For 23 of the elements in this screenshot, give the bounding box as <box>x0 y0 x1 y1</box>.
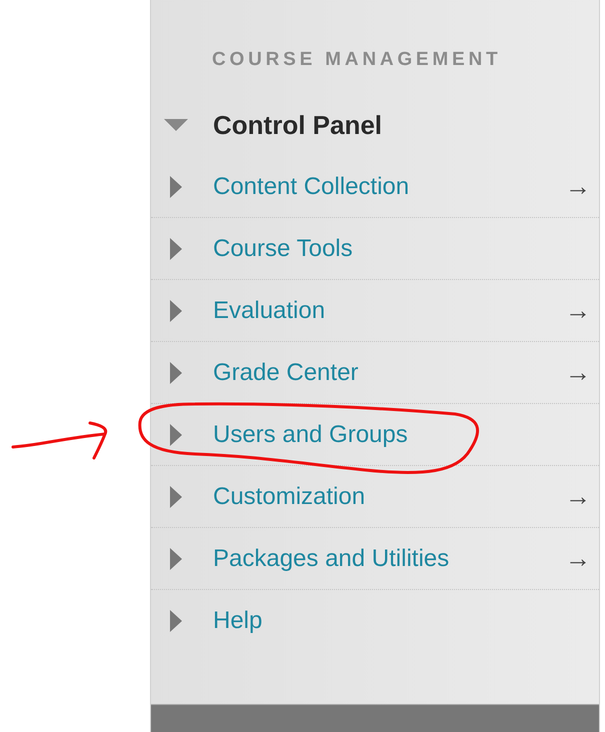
menu-link[interactable]: Evaluation <box>213 292 326 328</box>
caret-right-icon[interactable] <box>170 300 182 322</box>
section-title: COURSE MANAGEMENT <box>212 49 502 70</box>
caret-right-icon[interactable] <box>170 362 182 384</box>
caret-right-icon[interactable] <box>170 548 182 570</box>
caret-right-icon[interactable] <box>170 486 182 508</box>
menu-link[interactable]: Grade Center <box>213 354 358 390</box>
menu-link[interactable]: Packages and Utilities <box>213 540 450 576</box>
arrow-icon[interactable]: → <box>565 477 591 516</box>
arrow-icon[interactable]: → <box>565 167 591 206</box>
menu-heading[interactable]: Control Panel <box>213 106 382 144</box>
arrow-icon[interactable]: → <box>565 539 591 578</box>
menu-link[interactable]: Help <box>213 603 262 639</box>
arrow-icon[interactable]: → <box>565 353 591 392</box>
caret-right-icon[interactable] <box>170 176 182 198</box>
menu-link[interactable]: Customization <box>213 478 366 514</box>
caret-right-icon[interactable] <box>170 610 182 632</box>
arrow-icon[interactable]: → <box>565 291 591 330</box>
menu-link[interactable]: Content Collection <box>213 168 410 204</box>
caret-right-icon[interactable] <box>170 238 182 260</box>
menu-link[interactable]: Course Tools <box>213 230 353 266</box>
caret-right-icon[interactable] <box>170 424 182 446</box>
caret-down-icon[interactable] <box>164 119 188 131</box>
